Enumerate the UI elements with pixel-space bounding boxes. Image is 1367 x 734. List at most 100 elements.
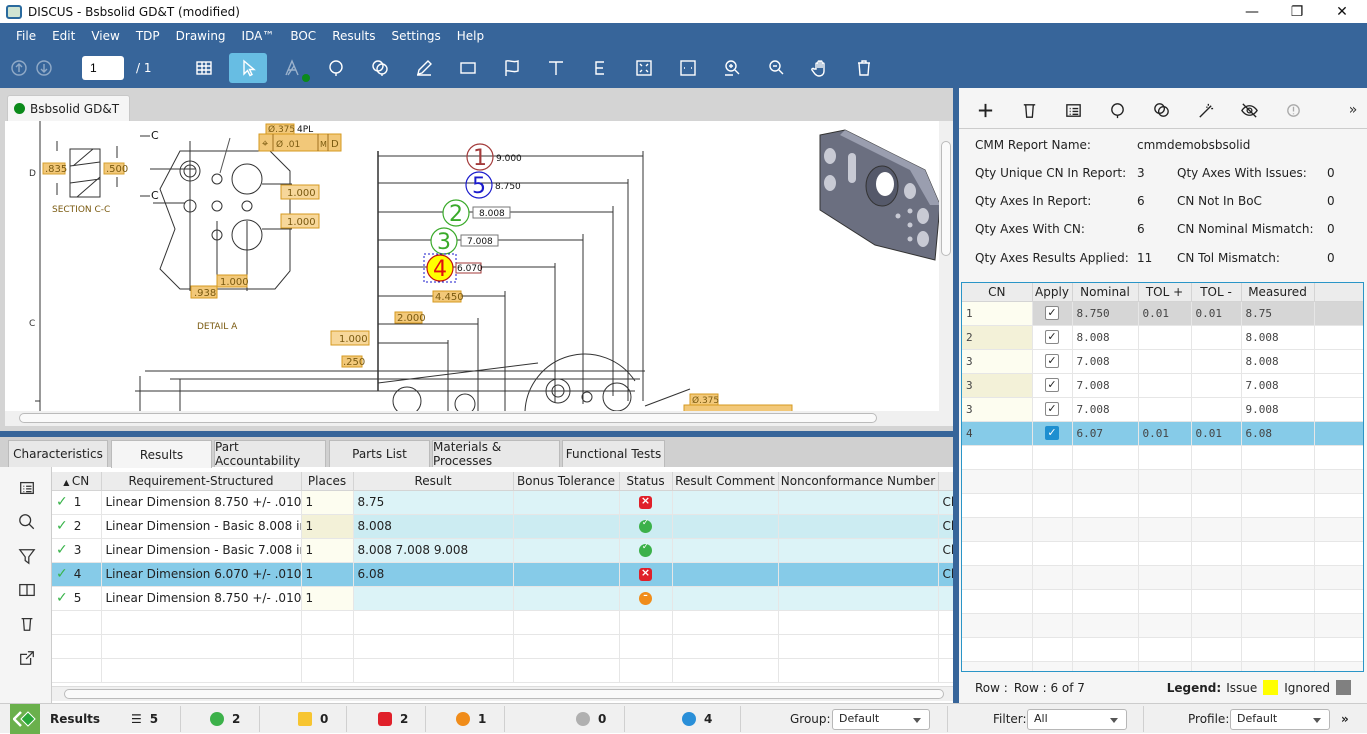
cell-tol-minus[interactable] bbox=[1191, 349, 1242, 374]
menu-results[interactable]: Results bbox=[332, 29, 375, 43]
cell-tol-minus[interactable] bbox=[1191, 397, 1242, 422]
dim-1000-d[interactable]: 1.000 bbox=[339, 334, 368, 345]
minimize-button[interactable]: — bbox=[1229, 0, 1275, 23]
cmm-row[interactable]: 3 ✓ 7.008 7.008 bbox=[962, 373, 1363, 398]
table-row[interactable]: ✓ 1 Linear Dimension 8.750 +/- .010 in 1 8.7… bbox=[52, 490, 953, 515]
cell-measured[interactable]: 9.008 bbox=[1241, 397, 1315, 422]
drawing-canvas[interactable]: D C C C .835 .500 1.000 1.000 1.000 .938… bbox=[5, 121, 939, 411]
apply-checkbox[interactable]: ✓ bbox=[1045, 426, 1059, 440]
cell-bonus[interactable] bbox=[513, 586, 620, 611]
auto-apply-button[interactable] bbox=[1193, 98, 1217, 122]
cell-cn[interactable]: ✓ 3 bbox=[52, 538, 102, 563]
status-fail-count[interactable]: 2 bbox=[378, 704, 408, 734]
apply-checkbox[interactable]: ✓ bbox=[1045, 402, 1059, 416]
cell-requirement[interactable]: Linear Dimension - Basic 8.008 in bbox=[101, 514, 302, 539]
col-result-comment[interactable]: Result Comment bbox=[672, 472, 779, 491]
more-button[interactable]: » bbox=[1341, 98, 1365, 122]
status-grey-count[interactable]: 0 bbox=[576, 704, 606, 734]
export-button[interactable] bbox=[16, 647, 38, 669]
group-select[interactable]: Default bbox=[832, 709, 930, 730]
cell-tol-minus[interactable] bbox=[1191, 325, 1242, 350]
dim-1000-c[interactable]: 1.000 bbox=[220, 277, 249, 288]
cell-cn[interactable]: ✓ 5 bbox=[52, 586, 102, 611]
cmm-row[interactable]: 4 ✓ 6.07 0.01 0.01 6.08 bbox=[962, 421, 1363, 446]
filter-button[interactable] bbox=[16, 545, 38, 567]
cell-measured[interactable]: 8.008 bbox=[1241, 325, 1315, 350]
balloon-4[interactable]: 4 6.070 bbox=[423, 253, 483, 283]
cell-apply[interactable]: ✓ bbox=[1032, 325, 1073, 350]
cell-requirement[interactable]: Linear Dimension 8.750 +/- .010 in bbox=[101, 586, 302, 611]
cell-requirement[interactable]: Linear Dimension 8.750 +/- .010 in bbox=[101, 490, 302, 515]
cell-result[interactable]: 8.75 bbox=[353, 490, 514, 515]
cell-status[interactable] bbox=[619, 514, 673, 539]
dim-1000-a[interactable]: 1.000 bbox=[287, 188, 316, 199]
col-extra[interactable] bbox=[1314, 283, 1363, 302]
menu-boc[interactable]: BOC bbox=[290, 29, 316, 43]
close-button[interactable]: ✕ bbox=[1319, 0, 1365, 23]
balloon-2[interactable]: 2 8.008 bbox=[442, 199, 511, 227]
tab-characteristics[interactable]: Characteristics bbox=[8, 440, 108, 467]
cell-comment[interactable] bbox=[672, 586, 779, 611]
col-measured[interactable]: Measured bbox=[1241, 283, 1315, 302]
menu-view[interactable]: View bbox=[91, 29, 119, 43]
dim-500[interactable]: .500 bbox=[106, 164, 128, 175]
cell-places[interactable]: 1 bbox=[301, 490, 354, 515]
cell-nominal[interactable]: 7.008 bbox=[1072, 397, 1139, 422]
tab-functional-tests[interactable]: Functional Tests bbox=[562, 440, 665, 467]
tab-results[interactable]: Results bbox=[111, 440, 212, 468]
drawing-vertical-scrollbar[interactable] bbox=[939, 121, 953, 411]
status-warning-count[interactable]: 0 bbox=[298, 704, 328, 734]
table-row[interactable]: ✓ 2 Linear Dimension - Basic 8.008 in 1 8.00… bbox=[52, 514, 953, 539]
menu-tdp[interactable]: TDP bbox=[136, 29, 160, 43]
col-requirement[interactable]: Requirement-Structured bbox=[101, 472, 302, 491]
cell-tol-plus[interactable]: 0.01 bbox=[1138, 421, 1192, 446]
cell-nominal[interactable]: 8.008 bbox=[1072, 325, 1139, 350]
cell-apply[interactable]: ✓ bbox=[1032, 349, 1073, 374]
menu-ida[interactable]: IDA™ bbox=[242, 29, 275, 43]
cell-cn[interactable]: ✓ 1 bbox=[52, 490, 102, 515]
cell-places[interactable]: 1 bbox=[301, 586, 354, 611]
annotation-tool-button[interactable] bbox=[273, 53, 311, 83]
balloon-5[interactable]: 5 8.750 bbox=[465, 171, 521, 199]
cell-tol-plus[interactable] bbox=[1138, 325, 1192, 350]
cell-tol-plus[interactable]: 0.01 bbox=[1138, 301, 1192, 326]
dim-938[interactable]: .938 bbox=[194, 288, 216, 299]
cell-measured[interactable]: 6.08 bbox=[1241, 421, 1315, 446]
fcf-top-frame[interactable]: ⌖ Ø .01 M D bbox=[258, 133, 342, 152]
scroll-thumb[interactable] bbox=[19, 413, 877, 423]
tab-parts-list[interactable]: Parts List bbox=[329, 440, 430, 467]
search-button[interactable] bbox=[16, 511, 38, 533]
grid-button[interactable] bbox=[185, 53, 223, 83]
cell-extra[interactable]: Cl bbox=[938, 538, 953, 563]
apply-checkbox[interactable]: ✓ bbox=[1045, 306, 1059, 320]
cell-apply[interactable]: ✓ bbox=[1032, 301, 1073, 326]
cell-cn[interactable]: 4 bbox=[962, 421, 1033, 446]
cell-comment[interactable] bbox=[672, 562, 779, 587]
status-pass-count[interactable]: 2 bbox=[210, 704, 240, 734]
cell-measured[interactable]: 8.008 bbox=[1241, 349, 1315, 374]
cell-measured[interactable]: 8.75 bbox=[1241, 301, 1315, 326]
cell-apply[interactable]: ✓ bbox=[1032, 373, 1073, 398]
menu-help[interactable]: Help bbox=[457, 29, 484, 43]
tab-part-accountability[interactable]: Part Accountability bbox=[214, 440, 326, 468]
dim-250[interactable]: .250 bbox=[343, 357, 365, 368]
hide-button[interactable] bbox=[1237, 98, 1261, 122]
col-extra[interactable] bbox=[938, 472, 953, 491]
cell-ncn[interactable] bbox=[778, 490, 939, 515]
delete-result-button[interactable] bbox=[16, 613, 38, 635]
cell-places[interactable]: 1 bbox=[301, 562, 354, 587]
dim-4450[interactable]: 4.450 bbox=[435, 292, 464, 303]
menu-file[interactable]: File bbox=[16, 29, 36, 43]
dim-835[interactable]: .835 bbox=[45, 164, 67, 175]
status-sync-count[interactable]: 4 bbox=[682, 704, 712, 734]
cell-bonus[interactable] bbox=[513, 514, 620, 539]
balloon-1[interactable]: 1 9.000 bbox=[466, 143, 522, 171]
cell-nominal[interactable]: 6.07 bbox=[1072, 421, 1139, 446]
cell-apply[interactable]: ✓ bbox=[1032, 421, 1073, 446]
col-places[interactable]: Places bbox=[301, 472, 354, 491]
filter-select[interactable]: All bbox=[1027, 709, 1127, 730]
cell-extra[interactable]: Cl bbox=[938, 490, 953, 515]
cell-places[interactable]: 1 bbox=[301, 514, 354, 539]
drawing-horizontal-scrollbar[interactable] bbox=[5, 411, 953, 426]
cell-comment[interactable] bbox=[672, 514, 779, 539]
